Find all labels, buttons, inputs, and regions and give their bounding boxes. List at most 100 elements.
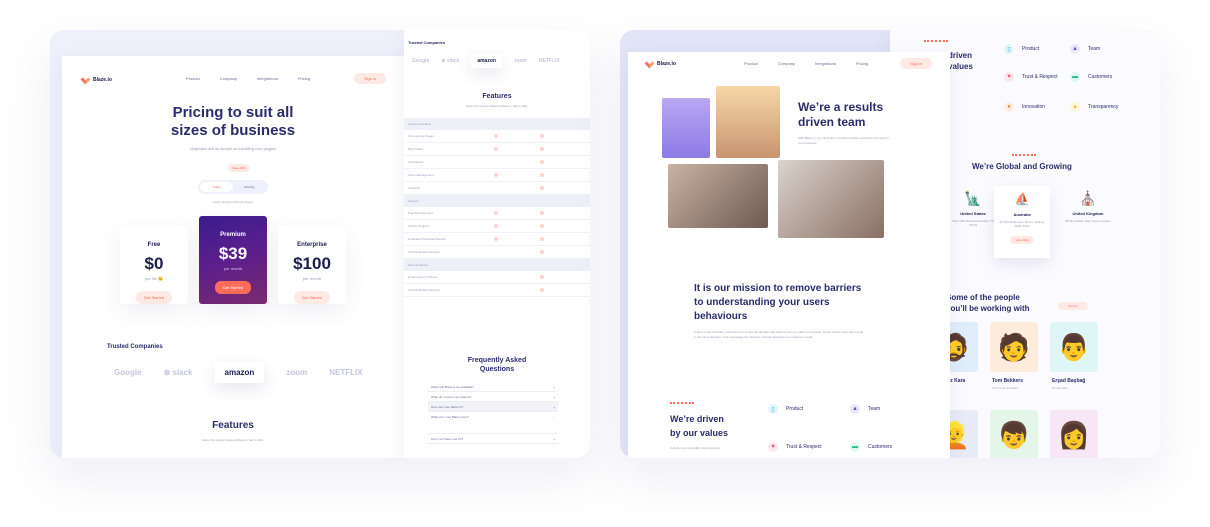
table-row: Chat Dedicated Support [404,246,590,259]
faq-item[interactable]: When will Blaze.io be available? + [428,382,558,392]
avatar: 👨 [1050,322,1098,372]
get-started-free-button[interactable]: Get Started [135,291,173,304]
pricing-page: Blaze.io Product Company Integrations Pr… [62,56,404,458]
features-title: Features [212,420,254,431]
nav-integrations[interactable]: Integrations [257,76,278,81]
opera-house-icon: ⛵ [1014,192,1030,206]
plan-card-premium: Premium $39 per month Get Started [199,216,267,304]
office-us: 🗽 United States 4111 3RD Boulevard Austi… [948,190,998,227]
toggle-monthly[interactable]: Monthly [233,182,266,192]
check-icon [540,185,544,190]
office-australia-card[interactable]: ⛵ Australia 45 503 Melbourne Street, Syd… [994,186,1050,258]
check-icon [540,172,544,177]
value-product: ▯ Product [1004,44,1039,54]
faq-list: When will Blaze.io be available? + What d… [428,382,558,444]
toggle-yearly[interactable]: Yearly [200,182,233,192]
person-role: CTO & Co-Founder [992,386,1018,390]
zoom-logo: zoom [513,58,528,64]
google-logo: Google [114,368,142,377]
nav-product[interactable]: Product [744,61,758,66]
check-icon [540,223,544,228]
product-icon: ▯ [1004,44,1014,54]
check-icon [494,146,498,151]
nav-integrations[interactable]: Integrations [815,61,836,66]
value-trust: ♥ Trust & Respect [1004,72,1058,82]
sign-in-button[interactable]: Sign in [900,58,933,69]
check-icon [494,172,498,177]
check-icon [540,249,544,254]
slack-logo: ⊛ slack [441,58,460,64]
nav-pricing[interactable]: Pricing [298,76,310,81]
table-row: Full Landing Pages [404,130,590,143]
value-transparency: ✦ Transparency [1070,102,1118,112]
plus-icon: + [553,394,555,399]
people-title: Some of the people you’ll be working wit… [946,293,1030,313]
check-icon [540,210,544,215]
pricing-mockup-panel: Blaze.io Product Company Integrations Pr… [50,30,590,458]
join-us-button[interactable]: Join us [1058,302,1088,310]
plan-card-enterprise: Enterprise $100 per month Get Started [278,226,346,304]
table-row: Email Support Tickets [404,271,590,284]
check-icon [540,133,544,138]
get-started-premium-button[interactable]: Get Started [214,281,252,294]
value-team: ▲ Team [1070,44,1100,54]
sign-in-button[interactable]: Sign in [354,73,387,84]
view-map-button[interactable]: View Map [1010,236,1034,244]
faq-item-expanded[interactable]: What can I use Blaze.io for? − [428,412,558,434]
check-icon [540,274,544,279]
value-team: ▲ Team [850,404,880,414]
heart-icon: ♥ [768,442,778,452]
faq-item[interactable]: How can I use Blaze.io? + [428,402,558,412]
value-product: ▯ Product [768,404,803,414]
heart-icon: ♥ [1004,72,1014,82]
person-role: Co-Founder [1052,386,1069,390]
team-photo [778,160,884,238]
nav-company[interactable]: Company [220,76,237,81]
table-row: Priority Support [404,220,590,233]
check-icon [494,223,498,228]
value-innovation: ● Innovation [1004,102,1045,112]
about-mockup-panel: driven values ▯ Product ▲ Team ♥ Trust & Re… [620,30,1160,458]
check-icon [540,236,544,241]
trusted-title-secondary: Trusted Companies [408,40,446,45]
check-icon [494,210,498,215]
table-row: Chat Dedicated Support [404,284,590,297]
billing-toggle[interactable]: Yearly Monthly [198,180,268,194]
plus-icon: + [553,436,555,441]
values-heading: driven values [948,51,973,71]
nav-product[interactable]: Product [186,76,200,81]
features-page: Trusted Companies Google ⊛ slack amazon … [404,30,590,458]
check-icon [540,287,544,292]
faq-item[interactable]: Can I purchase one Kit? + [428,434,558,444]
team-icon: ▲ [1070,44,1080,54]
top-nav: Product Company Integrations Pricing [186,76,310,81]
plus-icon: + [553,384,555,389]
plan-card-free: Free $0 per life 😊 Get Started [120,226,188,304]
squiggle-decoration [1012,154,1036,157]
minus-icon: − [553,415,555,419]
team-photo [662,98,710,158]
team-photo [668,164,768,228]
squiggle-decoration [670,402,694,405]
features-subtitle-secondary: Enjoy the unique features Blaze.io has t… [466,104,528,108]
brand-logo[interactable]: Blaze.io [80,74,112,85]
mission-body: Culture is an incredibly important part … [694,330,864,339]
table-row: Team Management [404,169,590,182]
nav-pricing[interactable]: Pricing [856,61,868,66]
toggle-note: Yearly and get 20% off coupon [212,200,254,204]
feature-section-header: Support [404,195,590,207]
logo-strip: Google ⊛ slack amazon zoom NETFLIX [114,362,363,383]
chat-icon: ▬ [850,442,860,452]
nav-company[interactable]: Company [778,61,795,66]
brand-logo[interactable]: Blaze.io [644,58,676,69]
get-started-enterprise-button[interactable]: Get Started [293,291,331,304]
netflix-logo: NETFLIX [329,368,363,377]
statue-icon: 🗽 [964,190,982,206]
faq-item[interactable]: What do I need to get started? + [428,392,558,402]
bulb-icon: ● [1004,102,1014,112]
amazon-logo: amazon [471,54,502,68]
mockup-stage: Blaze.io Product Company Integrations Pr… [0,0,1210,527]
table-row: Analytics [404,182,590,195]
slack-logo: ⊛ slack [163,368,193,377]
value-customers: ▬ Customers [850,442,893,452]
